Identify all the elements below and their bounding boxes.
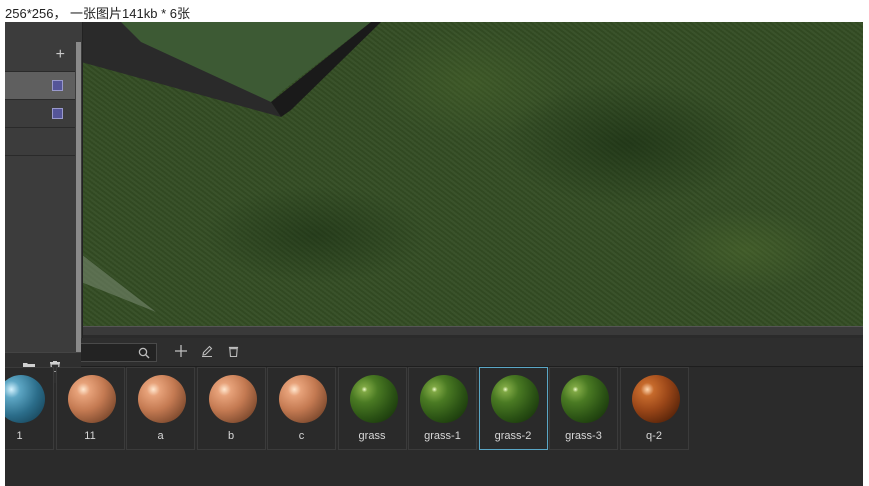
material-label: c [298,430,305,442]
light-streak [81,254,156,312]
material-preview-sphere [490,375,539,423]
material-preview-sphere [138,375,186,423]
layer-color-swatch[interactable] [52,80,63,91]
material-tile[interactable]: grass [337,367,407,450]
material-tile[interactable]: grass-3 [549,367,618,450]
material-list: 1 11 a b c grass grass-1 grass-2 grass-3 q-2 [5,367,863,451]
left-layer-panel: + [5,22,83,383]
scene-viewport[interactable] [81,22,863,326]
material-label: b [227,430,235,442]
editor-window: + 1 11 a b c grass grass-1 grass-2 grass… [5,22,863,486]
material-label: grass [358,430,386,442]
material-tile[interactable]: c [267,367,336,450]
material-tile[interactable]: q-2 [619,367,689,450]
material-label: 11 [84,430,96,442]
material-preview-sphere [5,375,45,423]
viewport-scrollbar[interactable] [81,326,863,335]
search-input[interactable] [81,343,157,362]
material-tile[interactable]: grass-2 [478,367,548,450]
material-preview-sphere [279,375,327,423]
layer-row[interactable] [5,128,75,156]
material-preview-sphere [631,375,680,423]
material-tile[interactable]: a [126,367,195,450]
layer-color-swatch[interactable] [52,108,63,119]
material-label: grass-3 [565,430,602,442]
material-label: grass-2 [494,430,532,442]
material-label: a [157,430,164,442]
panel-scrollbar[interactable] [76,42,81,354]
pencil-icon[interactable] [201,345,213,357]
plus-icon[interactable] [175,345,187,357]
layer-row-selected[interactable] [5,72,75,100]
material-label: 1 [16,430,23,442]
layer-row[interactable] [5,100,75,128]
material-preview-sphere [349,375,398,423]
scene-geometry [81,22,381,312]
material-label: grass-1 [424,430,461,442]
image-caption: 256*256， 一张图片141kb * 6张 [5,6,190,21]
material-preview-sphere [67,375,116,423]
material-browser-toolbar [81,338,863,367]
layer-header-row: + [5,44,75,72]
material-tile[interactable]: 11 [55,367,125,450]
material-tile[interactable]: grass-1 [408,367,477,450]
trash-icon[interactable] [228,345,239,357]
add-layer-button[interactable]: + [56,46,65,64]
material-label: q-2 [646,430,662,442]
material-tile[interactable]: b [196,367,266,450]
search-icon[interactable] [138,347,150,359]
material-preview-sphere [561,375,609,423]
material-preview-sphere [420,375,468,423]
material-preview-sphere [208,375,257,423]
material-tile[interactable]: 1 [5,367,54,450]
